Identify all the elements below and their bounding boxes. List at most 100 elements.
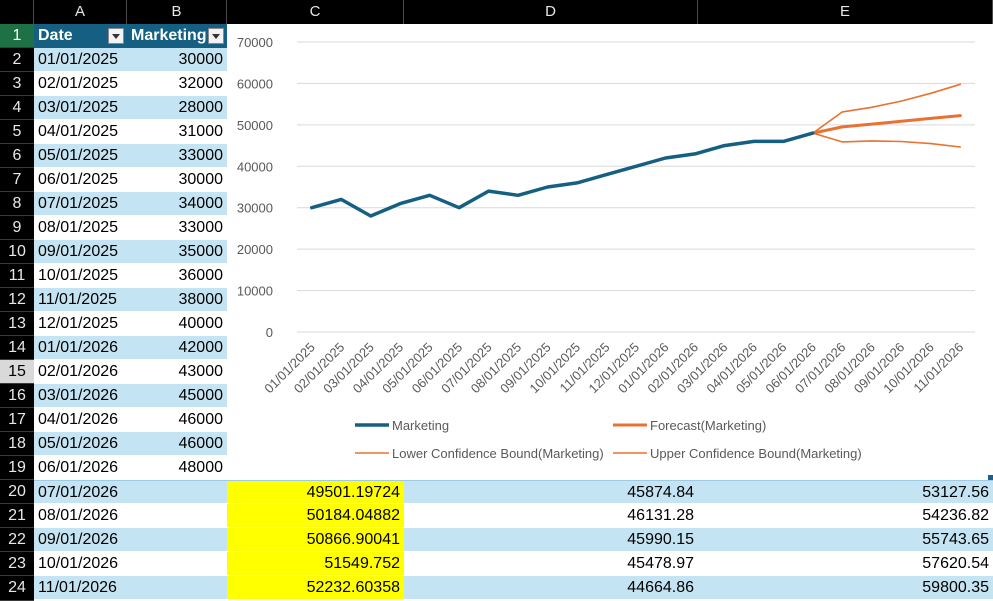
date-cell[interactable]: 07/01/2026 <box>34 480 127 504</box>
chart-resize-handle[interactable] <box>988 475 993 480</box>
row-header[interactable]: 20 <box>0 480 34 504</box>
marketing-cell[interactable]: 38000 <box>127 288 227 312</box>
forecast-cell[interactable]: 49501.19724 <box>227 480 404 504</box>
marketing-cell[interactable]: 34000 <box>127 192 227 216</box>
date-cell[interactable]: 04/01/2026 <box>34 408 127 432</box>
header-date[interactable]: Date <box>34 24 127 48</box>
lower-bound-cell[interactable]: 45478.97 <box>404 552 698 576</box>
column-header-d[interactable]: D <box>404 0 698 24</box>
y-tick-label: 30000 <box>237 201 273 216</box>
row-header[interactable]: 11 <box>0 264 34 288</box>
select-all-corner[interactable] <box>0 0 34 24</box>
column-header-e[interactable]: E <box>698 0 993 24</box>
row-header[interactable]: 16 <box>0 384 34 408</box>
forecast-cell[interactable]: 51549.752 <box>227 552 404 576</box>
marketing-cell-empty[interactable] <box>127 552 227 576</box>
row-header[interactable]: 9 <box>0 216 34 240</box>
marketing-cell[interactable]: 45000 <box>127 384 227 408</box>
marketing-cell-empty[interactable] <box>127 480 227 504</box>
filter-dropdown-icon[interactable] <box>208 28 224 44</box>
upper-bound-cell[interactable]: 59800.35 <box>698 576 993 600</box>
y-tick-label: 20000 <box>237 242 273 257</box>
row-header[interactable]: 19 <box>0 456 34 480</box>
row-header[interactable]: 15 <box>0 360 34 384</box>
marketing-cell[interactable]: 35000 <box>127 240 227 264</box>
date-cell[interactable]: 06/01/2026 <box>34 456 127 480</box>
row-header[interactable]: 8 <box>0 192 34 216</box>
row-header[interactable]: 23 <box>0 552 34 576</box>
lower-bound-cell[interactable]: 45990.15 <box>404 528 698 552</box>
column-header-c[interactable]: C <box>227 0 404 24</box>
date-cell[interactable]: 11/01/2025 <box>34 288 127 312</box>
date-cell[interactable]: 03/01/2025 <box>34 96 127 120</box>
date-cell[interactable]: 02/01/2025 <box>34 72 127 96</box>
marketing-cell[interactable]: 33000 <box>127 216 227 240</box>
marketing-cell-empty[interactable] <box>127 528 227 552</box>
row-header[interactable]: 1 <box>0 24 34 48</box>
row-header[interactable]: 18 <box>0 432 34 456</box>
row-header[interactable]: 17 <box>0 408 34 432</box>
date-cell[interactable]: 07/01/2025 <box>34 192 127 216</box>
date-cell[interactable]: 01/01/2026 <box>34 336 127 360</box>
column-header-b[interactable]: B <box>127 0 227 24</box>
marketing-cell[interactable]: 42000 <box>127 336 227 360</box>
row-header[interactable]: 5 <box>0 120 34 144</box>
row-header[interactable]: 21 <box>0 504 34 528</box>
date-cell[interactable]: 09/01/2025 <box>34 240 127 264</box>
row-header[interactable]: 4 <box>0 96 34 120</box>
date-cell[interactable]: 05/01/2025 <box>34 144 127 168</box>
row-header[interactable]: 12 <box>0 288 34 312</box>
marketing-cell-empty[interactable] <box>127 576 227 600</box>
date-cell[interactable]: 01/01/2025 <box>34 48 127 72</box>
marketing-cell[interactable]: 31000 <box>127 120 227 144</box>
date-cell[interactable]: 08/01/2026 <box>34 504 127 528</box>
forecast-chart[interactable]: 0 10000 20000 30000 40000 50000 60000 70000 01/0… <box>227 24 993 480</box>
row-header[interactable]: 13 <box>0 312 34 336</box>
marketing-cell[interactable]: 46000 <box>127 408 227 432</box>
date-cell[interactable]: 09/01/2026 <box>34 528 127 552</box>
row-header[interactable]: 22 <box>0 528 34 552</box>
marketing-cell[interactable]: 32000 <box>127 72 227 96</box>
upper-bound-cell[interactable]: 55743.65 <box>698 528 993 552</box>
date-cell[interactable]: 08/01/2025 <box>34 216 127 240</box>
marketing-cell[interactable]: 46000 <box>127 432 227 456</box>
date-cell[interactable]: 12/01/2025 <box>34 312 127 336</box>
header-marketing[interactable]: Marketing <box>127 24 227 48</box>
date-cell[interactable]: 04/01/2025 <box>34 120 127 144</box>
row-header[interactable]: 2 <box>0 48 34 72</box>
row-header[interactable]: 3 <box>0 72 34 96</box>
lower-bound-cell[interactable]: 46131.28 <box>404 504 698 528</box>
date-cell[interactable]: 10/01/2025 <box>34 264 127 288</box>
row-header[interactable]: 24 <box>0 576 34 601</box>
date-cell[interactable]: 10/01/2026 <box>34 552 127 576</box>
marketing-cell[interactable]: 43000 <box>127 360 227 384</box>
date-cell[interactable]: 05/01/2026 <box>34 432 127 456</box>
date-cell[interactable]: 03/01/2026 <box>34 384 127 408</box>
row-header[interactable]: 10 <box>0 240 34 264</box>
column-header-a[interactable]: A <box>34 0 127 24</box>
lower-bound-cell[interactable]: 44664.86 <box>404 576 698 600</box>
marketing-cell[interactable]: 36000 <box>127 264 227 288</box>
marketing-cell[interactable]: 40000 <box>127 312 227 336</box>
marketing-cell[interactable]: 30000 <box>127 168 227 192</box>
upper-bound-cell[interactable]: 54236.82 <box>698 504 993 528</box>
forecast-cell[interactable]: 50866.90041 <box>227 528 404 552</box>
forecast-cell[interactable]: 52232.60358 <box>227 576 404 600</box>
marketing-cell[interactable]: 28000 <box>127 96 227 120</box>
date-cell[interactable]: 06/01/2025 <box>34 168 127 192</box>
row-header[interactable]: 7 <box>0 168 34 192</box>
marketing-cell[interactable]: 33000 <box>127 144 227 168</box>
marketing-cell[interactable]: 48000 <box>127 456 227 480</box>
header-label: Date <box>38 27 73 44</box>
row-header[interactable]: 6 <box>0 144 34 168</box>
marketing-cell-empty[interactable] <box>127 504 227 528</box>
date-cell[interactable]: 02/01/2026 <box>34 360 127 384</box>
row-header[interactable]: 14 <box>0 336 34 360</box>
lower-bound-cell[interactable]: 45874.84 <box>404 480 698 504</box>
date-cell[interactable]: 11/01/2026 <box>34 576 127 600</box>
upper-bound-cell[interactable]: 57620.54 <box>698 552 993 576</box>
upper-bound-cell[interactable]: 53127.56 <box>698 480 993 504</box>
forecast-cell[interactable]: 50184.04882 <box>227 504 404 528</box>
marketing-cell[interactable]: 30000 <box>127 48 227 72</box>
filter-dropdown-icon[interactable] <box>108 28 124 44</box>
